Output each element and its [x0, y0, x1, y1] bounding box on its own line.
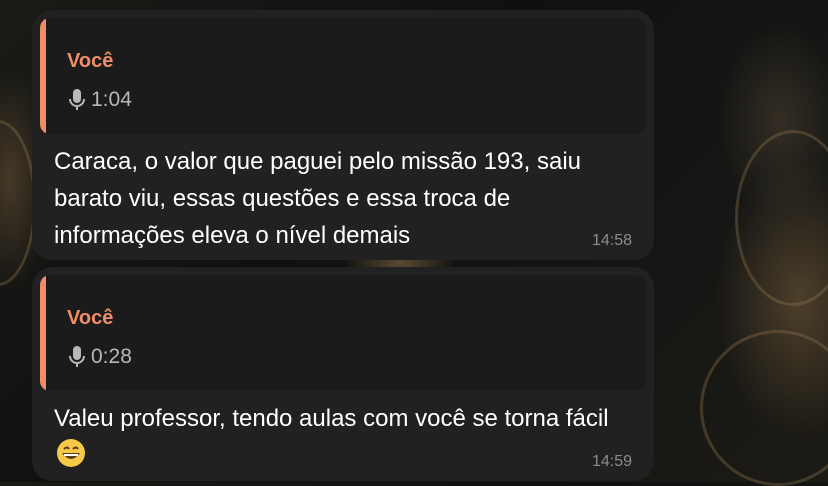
reply-preview[interactable]: Você 1:04	[40, 18, 646, 134]
reply-voice-info: 0:28	[67, 345, 132, 369]
wallpaper-ornament	[0, 120, 36, 286]
message-bubble[interactable]: Você 1:04 Caraca, o valor que paguei pel…	[32, 10, 654, 260]
message-bubble[interactable]: Você 0:28 Valeu professor, tendo aulas c…	[32, 267, 654, 481]
microphone-icon	[69, 89, 85, 110]
message-time: 14:58	[591, 232, 632, 249]
microphone-icon	[69, 346, 85, 367]
grinning-face-emoji-icon	[57, 439, 85, 467]
reply-accent-bar	[40, 275, 46, 391]
voice-duration: 1:04	[91, 88, 132, 111]
reply-preview[interactable]: Você 0:28	[40, 275, 646, 391]
reply-accent-bar	[40, 18, 46, 134]
message-text-container: Valeu professor, tendo aulas com você se…	[54, 400, 644, 474]
message-time: 14:59	[591, 453, 632, 470]
reply-author: Você	[67, 50, 114, 72]
wallpaper-ornament	[735, 130, 828, 306]
voice-duration: 0:28	[91, 345, 132, 368]
reply-voice-info: 1:04	[67, 88, 132, 112]
wallpaper-ornament	[700, 330, 828, 486]
message-text: Valeu professor, tendo aulas com você se…	[54, 405, 609, 432]
message-text: Caraca, o valor que paguei pelo missão 1…	[54, 148, 581, 249]
reply-author: Você	[67, 307, 114, 329]
